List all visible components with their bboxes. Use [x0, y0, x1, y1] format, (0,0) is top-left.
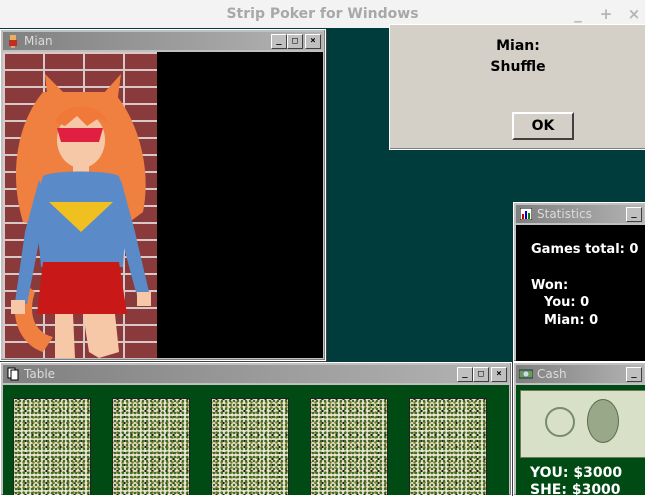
won-you: You: 0	[544, 295, 590, 310]
opponent-character-image	[11, 74, 151, 358]
games-total: Games total: 0	[531, 242, 639, 257]
minimize-icon[interactable]: _	[571, 5, 585, 23]
maximize-icon[interactable]: □	[473, 366, 489, 382]
table-window-titlebar[interactable]: Table _ □ ×	[3, 365, 509, 383]
maximize-icon[interactable]: □	[287, 33, 303, 49]
statistics-panel: Games total: 0 Won: You: 0 Mian: 0	[516, 225, 645, 361]
character-icon	[5, 33, 21, 49]
message-speaker: Mian:	[496, 38, 540, 54]
card-table	[3, 385, 509, 495]
opponent-window-title: Mian	[24, 34, 53, 48]
dealer-message-dialog: Mian: Shuffle OK	[389, 24, 645, 150]
opponent-view	[3, 52, 323, 358]
message-text: Shuffle	[490, 59, 546, 75]
bill-portrait	[587, 399, 619, 443]
money-icon	[518, 366, 534, 382]
player-card-2[interactable]	[112, 398, 190, 495]
table-window-title: Table	[24, 367, 56, 381]
app-title: Strip Poker for Windows	[226, 6, 419, 22]
dollar-bill-image	[520, 390, 645, 458]
close-icon[interactable]: ×	[627, 5, 641, 23]
close-icon[interactable]: ×	[305, 33, 321, 49]
player-card-4[interactable]	[310, 398, 388, 495]
cash-window: Cash _ YOU: $3000 SHE: $3000	[513, 362, 645, 496]
minimize-icon[interactable]: _	[457, 366, 473, 382]
opponent-window-titlebar[interactable]: Mian _ □ ×	[3, 32, 323, 50]
cash-window-titlebar[interactable]: Cash _	[516, 365, 644, 383]
minimize-icon[interactable]: _	[626, 366, 642, 382]
player-cash: YOU: $3000	[530, 465, 623, 481]
player-card-5[interactable]	[409, 398, 487, 495]
player-card-1[interactable]	[13, 398, 91, 495]
statistics-window-titlebar[interactable]: Statistics _	[516, 205, 644, 223]
close-icon[interactable]: ×	[491, 366, 507, 382]
maximize-icon[interactable]: +	[599, 5, 613, 23]
table-window: Table _ □ ×	[0, 362, 512, 496]
ok-button[interactable]: OK	[512, 112, 574, 140]
opponent-window: Mian _ □ ×	[0, 29, 326, 361]
player-card-3[interactable]	[211, 398, 289, 495]
statistics-window: Statistics _ Games total: 0 Won: You: 0 …	[513, 202, 645, 362]
bill-seal	[545, 407, 575, 437]
cards-icon	[5, 366, 21, 382]
minimize-icon[interactable]: _	[271, 33, 287, 49]
chart-icon	[518, 206, 534, 222]
cash-window-title: Cash	[537, 367, 567, 381]
cash-panel: YOU: $3000 SHE: $3000	[516, 385, 645, 495]
statistics-window-title: Statistics	[537, 207, 592, 221]
won-label: Won:	[531, 278, 569, 293]
minimize-icon[interactable]: _	[626, 206, 642, 222]
won-opponent: Mian: 0	[544, 313, 599, 328]
